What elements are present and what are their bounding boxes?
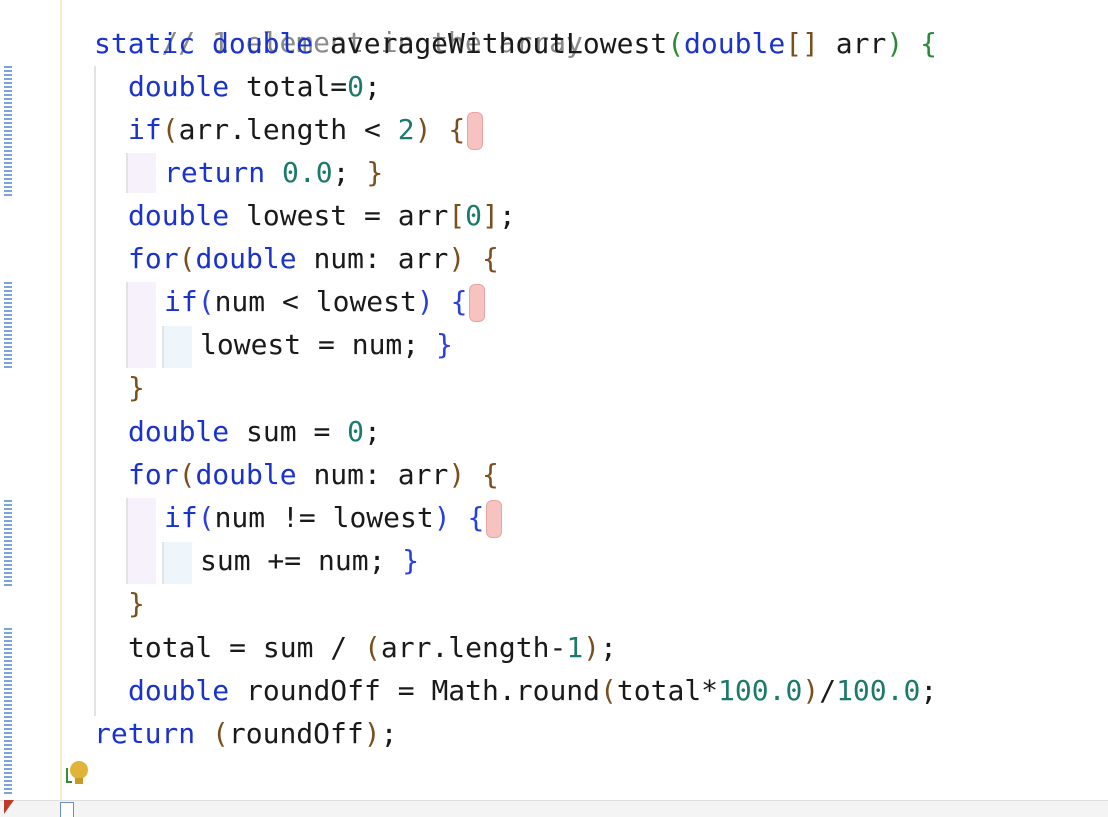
- inlay-hint-marker[interactable]: [469, 284, 486, 322]
- indent-guide: [126, 498, 156, 584]
- code-line: if(arr.length < 2) {: [128, 108, 484, 151]
- code-line: }: [128, 587, 145, 620]
- code-line: sum += num; }: [200, 544, 420, 577]
- indent-guide: [126, 282, 156, 368]
- editor-gutter: [0, 0, 60, 816]
- code-line: double total=0;: [128, 70, 381, 103]
- inlay-hint-marker[interactable]: [467, 112, 484, 150]
- indent-guide: [94, 66, 96, 716]
- indent-guide: [162, 542, 192, 584]
- vcs-change-marker[interactable]: [4, 282, 12, 368]
- code-line: for(double num: arr) {: [128, 458, 499, 491]
- code-editor[interactable]: // 1 element in the array static double …: [62, 0, 1108, 800]
- code-line: if(num < lowest) {: [164, 280, 486, 323]
- code-line: return (roundOff);: [94, 717, 398, 750]
- code-line: for(double num: arr) {: [128, 242, 499, 275]
- code-line-signature: static double averageWithoutLowest(doubl…: [94, 27, 937, 60]
- code-line: if(num != lowest) {: [164, 496, 503, 539]
- code-line: double lowest = arr[0];: [128, 199, 516, 232]
- code-line-comment: // 1 element in the array: [94, 0, 582, 59]
- indent-guide: [126, 153, 156, 193]
- code-line: return 0.0; }: [164, 156, 384, 189]
- code-line: double sum = 0;: [128, 415, 381, 448]
- inlay-hint-marker[interactable]: [486, 500, 503, 538]
- code-line: }: [128, 371, 145, 404]
- indent-guide: [162, 326, 192, 368]
- vcs-change-marker[interactable]: [4, 500, 12, 586]
- code-line: total = sum / (arr.length-1);: [128, 631, 617, 664]
- editor-bottom-bar: [0, 800, 1108, 817]
- lightbulb-icon[interactable]: [64, 758, 90, 788]
- fold-icon[interactable]: [60, 802, 74, 817]
- code-line: lowest = num; }: [200, 328, 453, 361]
- vcs-change-marker[interactable]: [4, 66, 12, 196]
- vcs-change-marker[interactable]: [4, 628, 12, 796]
- code-line: double roundOff = Math.round(total*100.0…: [128, 674, 938, 707]
- error-marker-icon: [4, 800, 14, 814]
